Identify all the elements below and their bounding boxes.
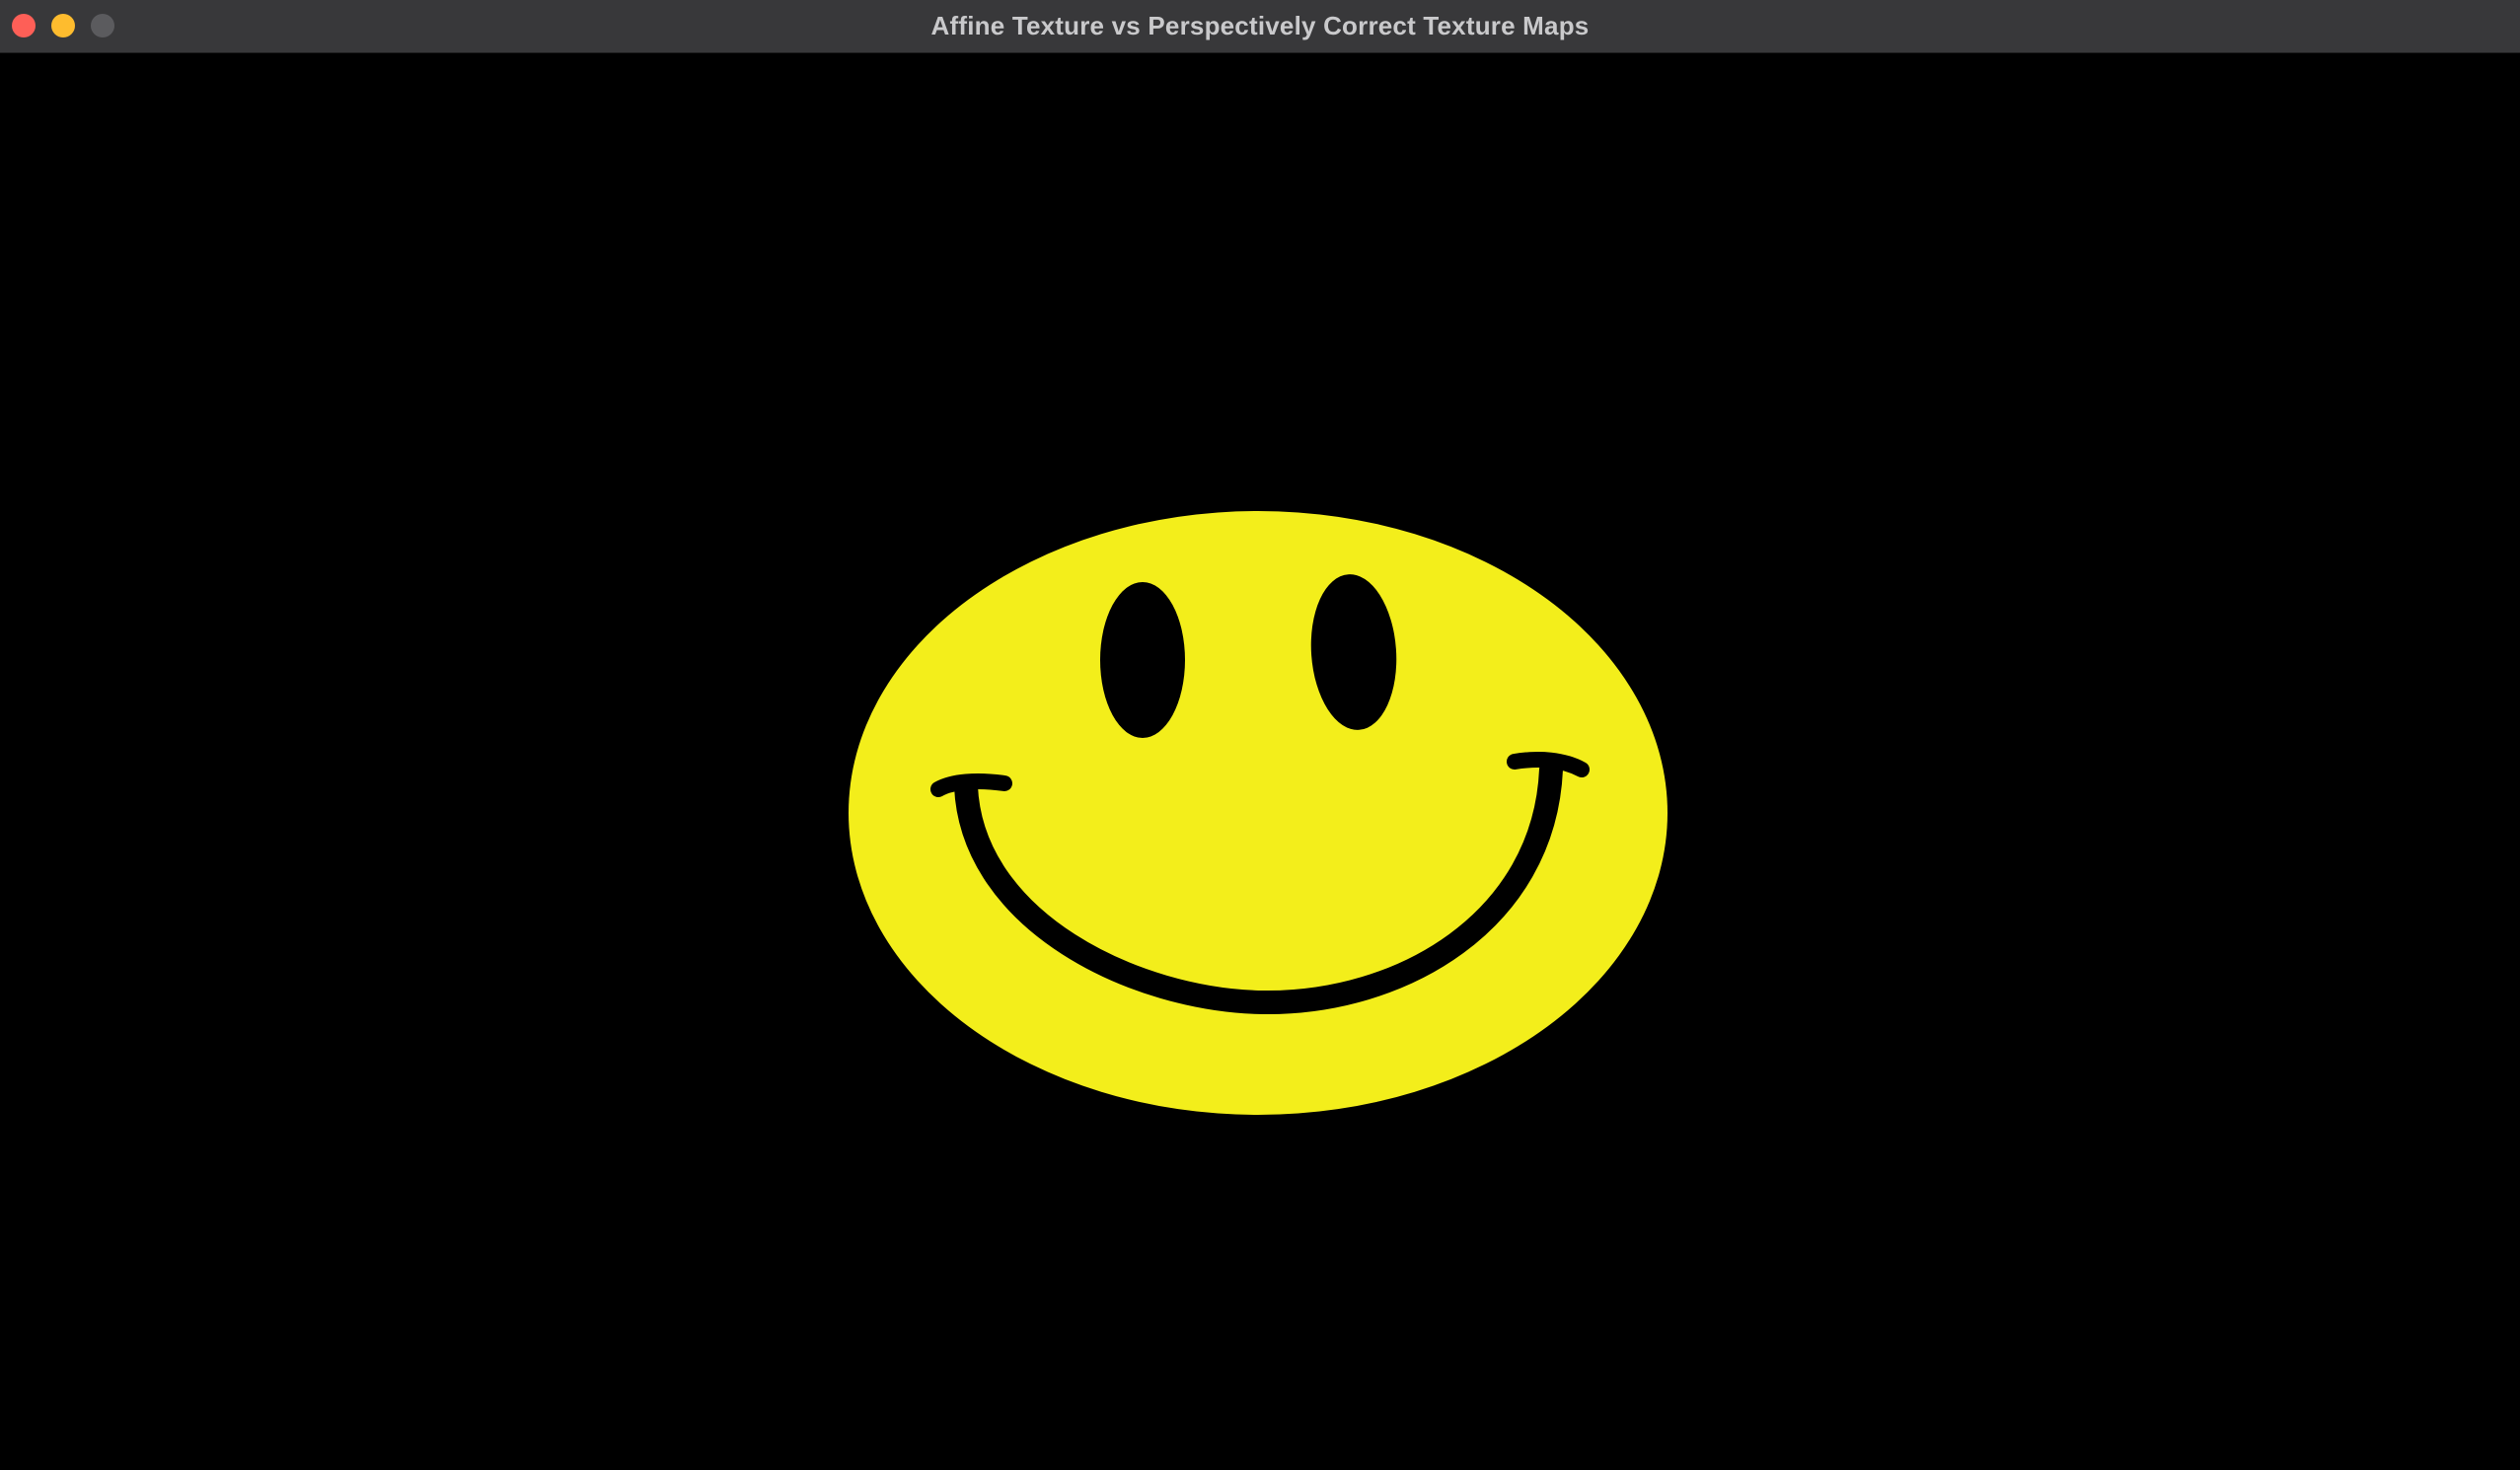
window-title: Affine Texture vs Perspectively Correct …	[930, 11, 1590, 40]
title-bar[interactable]: Affine Texture vs Perspectively Correct …	[0, 0, 2520, 53]
left-eye	[1100, 582, 1185, 738]
render-canvas[interactable]	[0, 53, 2520, 1470]
render-surface	[849, 511, 1668, 1115]
smile-left-tick	[930, 773, 1012, 797]
app-window: Affine Texture vs Perspectively Correct …	[0, 0, 2520, 1470]
smiley-face	[849, 511, 1668, 1115]
